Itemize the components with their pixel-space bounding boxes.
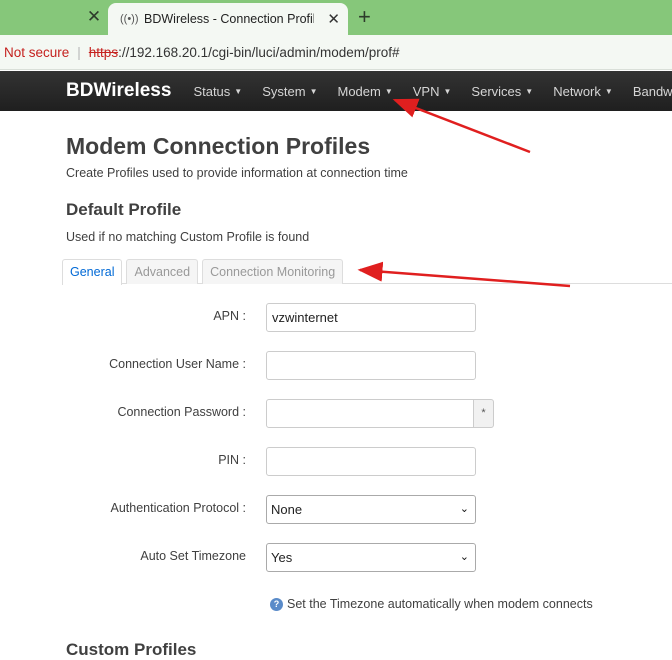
- caret-down-icon: ▼: [525, 86, 534, 96]
- timezone-label: Auto Set Timezone: [140, 549, 246, 563]
- nav-label: Status: [193, 83, 231, 99]
- custom-profiles-title: Custom Profiles: [66, 640, 197, 659]
- nav-vpn[interactable]: VPN ▼: [413, 84, 452, 99]
- username-input[interactable]: [266, 351, 476, 380]
- page-description: Create Profiles used to provide informat…: [66, 166, 408, 180]
- auth-label: Authentication Protocol :: [110, 501, 247, 515]
- nav-services[interactable]: Services ▼: [471, 84, 533, 99]
- url-scheme: https: [88, 44, 119, 60]
- address-separator: |: [77, 44, 81, 60]
- username-label: Connection User Name :: [109, 357, 246, 371]
- password-label: Connection Password :: [117, 405, 246, 419]
- pin-row: PIN :: [66, 446, 672, 476]
- url-path: ://192.168.20.1/cgi-bin/luci/admin/modem…: [118, 44, 400, 60]
- timezone-value: Yes: [271, 550, 293, 565]
- brand-logo[interactable]: BDWireless: [66, 80, 171, 102]
- browser-tab-active[interactable]: ((•)) BDWireless - Connection Profile ✕: [108, 3, 348, 35]
- nav-system[interactable]: System ▼: [262, 84, 317, 99]
- caret-down-icon: ▼: [309, 86, 318, 96]
- chevron-down-icon: ⌄: [459, 503, 469, 515]
- address-bar[interactable]: Not secure | https ://192.168.20.1/cgi-b…: [0, 35, 672, 70]
- pin-input[interactable]: [266, 447, 476, 476]
- username-row: Connection User Name :: [66, 350, 672, 380]
- reveal-password-button[interactable]: *: [473, 399, 494, 428]
- caret-down-icon: ▼: [604, 86, 613, 96]
- nav-label: VPN: [412, 83, 440, 99]
- timezone-select[interactable]: Yes ⌄: [266, 543, 476, 572]
- default-profile-title: Default Profile: [66, 200, 182, 219]
- auth-row: Authentication Protocol : None ⌄: [66, 494, 672, 524]
- apn-input[interactable]: [266, 303, 476, 332]
- nav-label: Modem: [337, 83, 381, 99]
- new-tab-icon[interactable]: +: [358, 4, 371, 30]
- caret-down-icon: ▼: [234, 86, 243, 96]
- page-title: Modem Connection Profiles: [66, 133, 371, 159]
- nav-label: Bandw: [632, 83, 672, 99]
- caret-down-icon: ▼: [443, 86, 452, 96]
- security-indicator[interactable]: Not secure: [4, 45, 69, 60]
- top-navbar: BDWireless Status ▼ System ▼ Modem ▼ VPN ▼ S…: [0, 71, 672, 111]
- close-icon[interactable]: ✕: [327, 10, 340, 28]
- password-input[interactable]: [266, 399, 476, 428]
- nav-modem[interactable]: Modem ▼: [337, 84, 392, 99]
- nav-status[interactable]: Status ▼: [193, 84, 242, 99]
- browser-tab-title: BDWireless - Connection Profile: [144, 12, 314, 26]
- nav-label: System: [262, 83, 306, 99]
- auth-protocol-value: None: [271, 502, 303, 517]
- tab-general[interactable]: General: [62, 259, 123, 285]
- apn-label: APN :: [213, 309, 246, 323]
- wireless-favicon-icon: ((•)): [120, 13, 139, 25]
- browser-tab-strip: ✕ ((•)) BDWireless - Connection Profile …: [0, 0, 672, 35]
- nav-label: Services: [471, 83, 522, 99]
- tab-advanced[interactable]: Advanced: [126, 259, 199, 284]
- chevron-down-icon: ⌄: [459, 551, 469, 563]
- nav-bandwidth[interactable]: Bandw: [633, 84, 672, 99]
- tab-connection-monitoring[interactable]: Connection Monitoring: [202, 259, 344, 284]
- pin-label: PIN :: [218, 453, 246, 467]
- timezone-hint: ? Set the Timezone automatically when mo…: [270, 597, 593, 611]
- default-profile-description: Used if no matching Custom Profile is fo…: [66, 230, 310, 244]
- auth-protocol-select[interactable]: None ⌄: [266, 495, 476, 524]
- timezone-hint-text: Set the Timezone automatically when mode…: [287, 597, 593, 611]
- apn-row: APN :: [66, 302, 672, 332]
- profile-tabs: General Advanced Connection Monitoring: [62, 259, 672, 285]
- nav-label: Network: [553, 83, 601, 99]
- password-row: Connection Password : *: [66, 398, 672, 428]
- close-icon[interactable]: ✕: [84, 7, 104, 27]
- caret-down-icon: ▼: [384, 86, 393, 96]
- nav-network[interactable]: Network ▼: [553, 84, 613, 99]
- help-icon: ?: [270, 597, 283, 611]
- timezone-row: Auto Set Timezone Yes ⌄: [66, 542, 672, 572]
